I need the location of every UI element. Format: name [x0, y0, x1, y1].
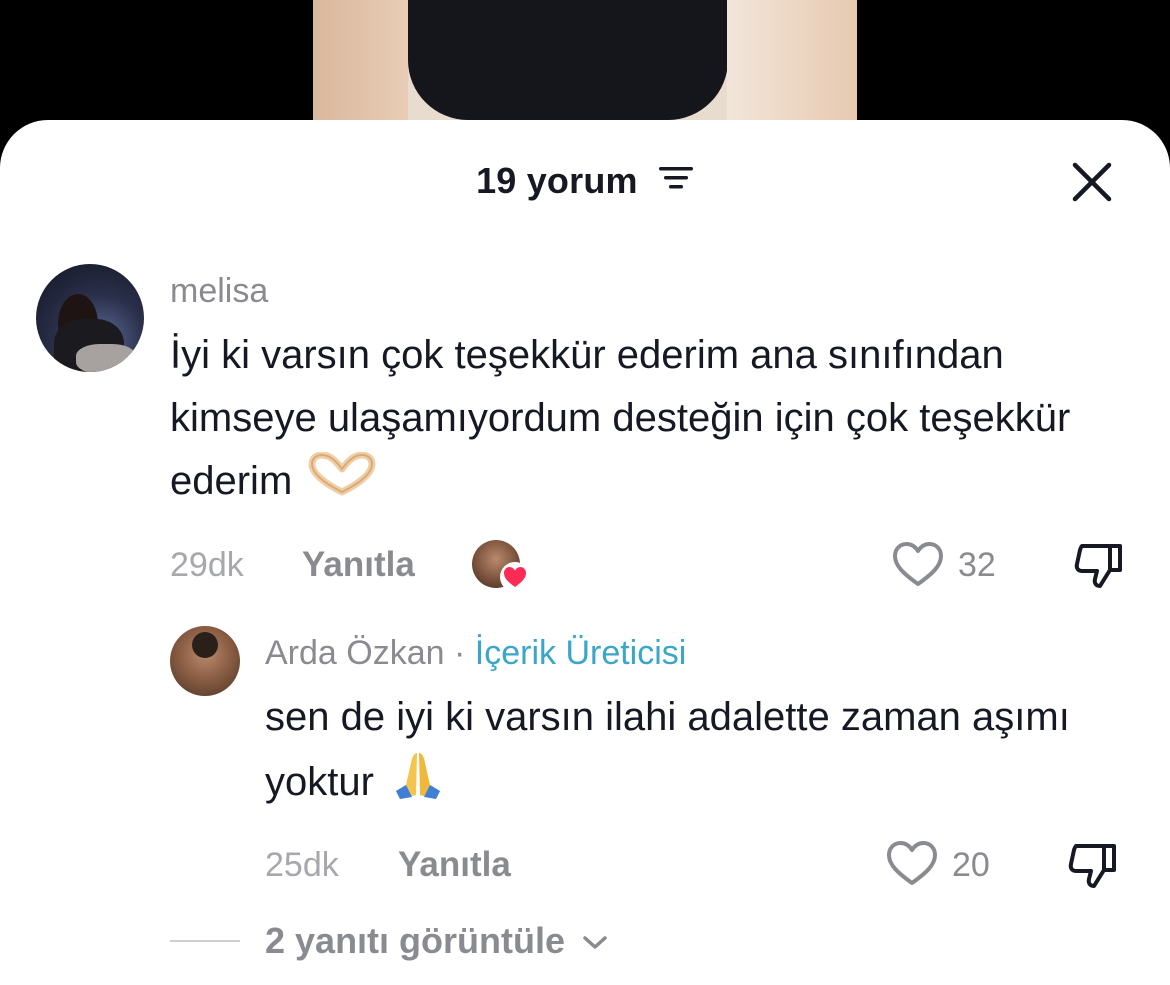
chevron-down-icon: [581, 919, 609, 961]
comment-text: İyi ki varsın çok teşekkür ederim ana sı…: [170, 324, 1130, 515]
heart-hands-icon: [306, 451, 378, 515]
like-heart-icon[interactable]: [892, 541, 944, 587]
sort-filter-icon[interactable]: [658, 159, 694, 201]
comment-text-content: İyi ki varsın çok teşekkür ederim ana sı…: [170, 333, 1071, 503]
avatar-melisa[interactable]: [36, 264, 144, 372]
comment-username[interactable]: melisa: [170, 272, 268, 311]
reply-button[interactable]: Yanıtla: [398, 845, 511, 885]
dislike-icon[interactable]: [1066, 840, 1120, 890]
like-count: 20: [952, 846, 990, 884]
comment-count: 19 yorum: [476, 160, 638, 201]
close-icon[interactable]: [1070, 160, 1114, 204]
view-replies-button[interactable]: 2 yanıtı görüntüle: [265, 920, 609, 962]
creator-heart-icon: [500, 562, 530, 592]
creator-badge: İçerik Üreticisi: [474, 634, 687, 672]
comment-time: 29dk: [170, 546, 244, 584]
like-heart-icon[interactable]: [886, 840, 938, 886]
reply-text-content: sen de iyi ki varsın ilahi adalette zama…: [265, 695, 1070, 805]
reply-text: sen de iyi ki varsın ilahi adalette zama…: [265, 686, 1145, 820]
separator-dot: ·: [453, 634, 466, 672]
folded-hands-icon: [388, 749, 448, 820]
reply-username-line: Arda Özkan · İçerik Üreticisi: [265, 634, 686, 673]
dislike-icon[interactable]: [1072, 540, 1126, 590]
avatar-arda[interactable]: [170, 626, 240, 696]
reply-button[interactable]: Yanıtla: [302, 545, 415, 585]
replies-divider: [170, 940, 240, 942]
comments-header: 19 yorum: [0, 160, 1170, 202]
view-replies-label: 2 yanıtı görüntüle: [265, 920, 566, 961]
reply-username[interactable]: Arda Özkan: [265, 634, 445, 672]
reply-time: 25dk: [265, 846, 339, 884]
like-count: 32: [958, 546, 996, 584]
